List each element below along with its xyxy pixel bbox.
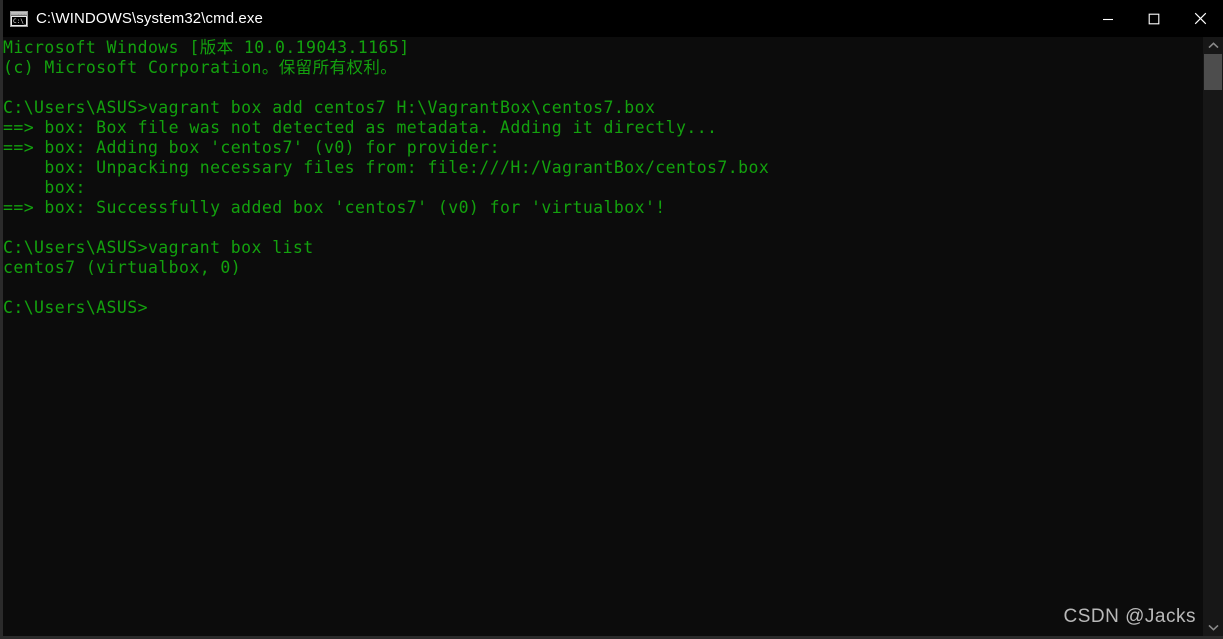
console-line: box: — [3, 178, 86, 197]
window-title: C:\WINDOWS\system32\cmd.exe — [36, 10, 263, 27]
console-text-buffer: Microsoft Windows [版本 10.0.19043.1165] (c… — [3, 38, 769, 318]
console-output-area[interactable]: Microsoft Windows [版本 10.0.19043.1165] (c… — [3, 37, 1223, 636]
minimize-button[interactable] — [1085, 0, 1131, 37]
console-line: C:\Users\ASUS> — [3, 298, 148, 317]
cmd-console-icon: ··· C:\_ — [10, 10, 28, 27]
console-line: C:\Users\ASUS>vagrant box add centos7 H:… — [3, 98, 656, 117]
close-button[interactable] — [1177, 0, 1223, 37]
chevron-down-icon[interactable] — [1203, 619, 1223, 636]
title-bar[interactable]: ··· C:\_ C:\WINDOWS\system32\cmd.exe — [3, 0, 1223, 37]
console-line: box: Unpacking necessary files from: fil… — [3, 158, 770, 177]
console-line: ==> box: Successfully added box 'centos7… — [3, 198, 666, 217]
console-line: Microsoft Windows [版本 10.0.19043.1165] — [3, 38, 410, 57]
scrollbar-thumb[interactable] — [1204, 54, 1222, 90]
console-line: ==> box: Box file was not detected as me… — [3, 118, 718, 137]
vertical-scrollbar[interactable] — [1203, 37, 1223, 636]
cmd-window: ··· C:\_ C:\WINDOWS\system32\cmd.exe — [0, 0, 1223, 639]
console-line: C:\Users\ASUS>vagrant box list — [3, 238, 314, 257]
console-line: ==> box: Adding box 'centos7' (v0) for p… — [3, 138, 500, 157]
maximize-button[interactable] — [1131, 0, 1177, 37]
console-line: centos7 (virtualbox, 0) — [3, 258, 242, 277]
icon-prompt-text: C:\_ — [12, 16, 26, 25]
window-controls — [1085, 0, 1223, 37]
scrollbar-track[interactable] — [1203, 54, 1223, 619]
chevron-up-icon[interactable] — [1203, 37, 1223, 54]
icon-window-dots: ··· — [17, 11, 26, 16]
console-line: (c) Microsoft Corporation。保留所有权利。 — [3, 58, 398, 77]
